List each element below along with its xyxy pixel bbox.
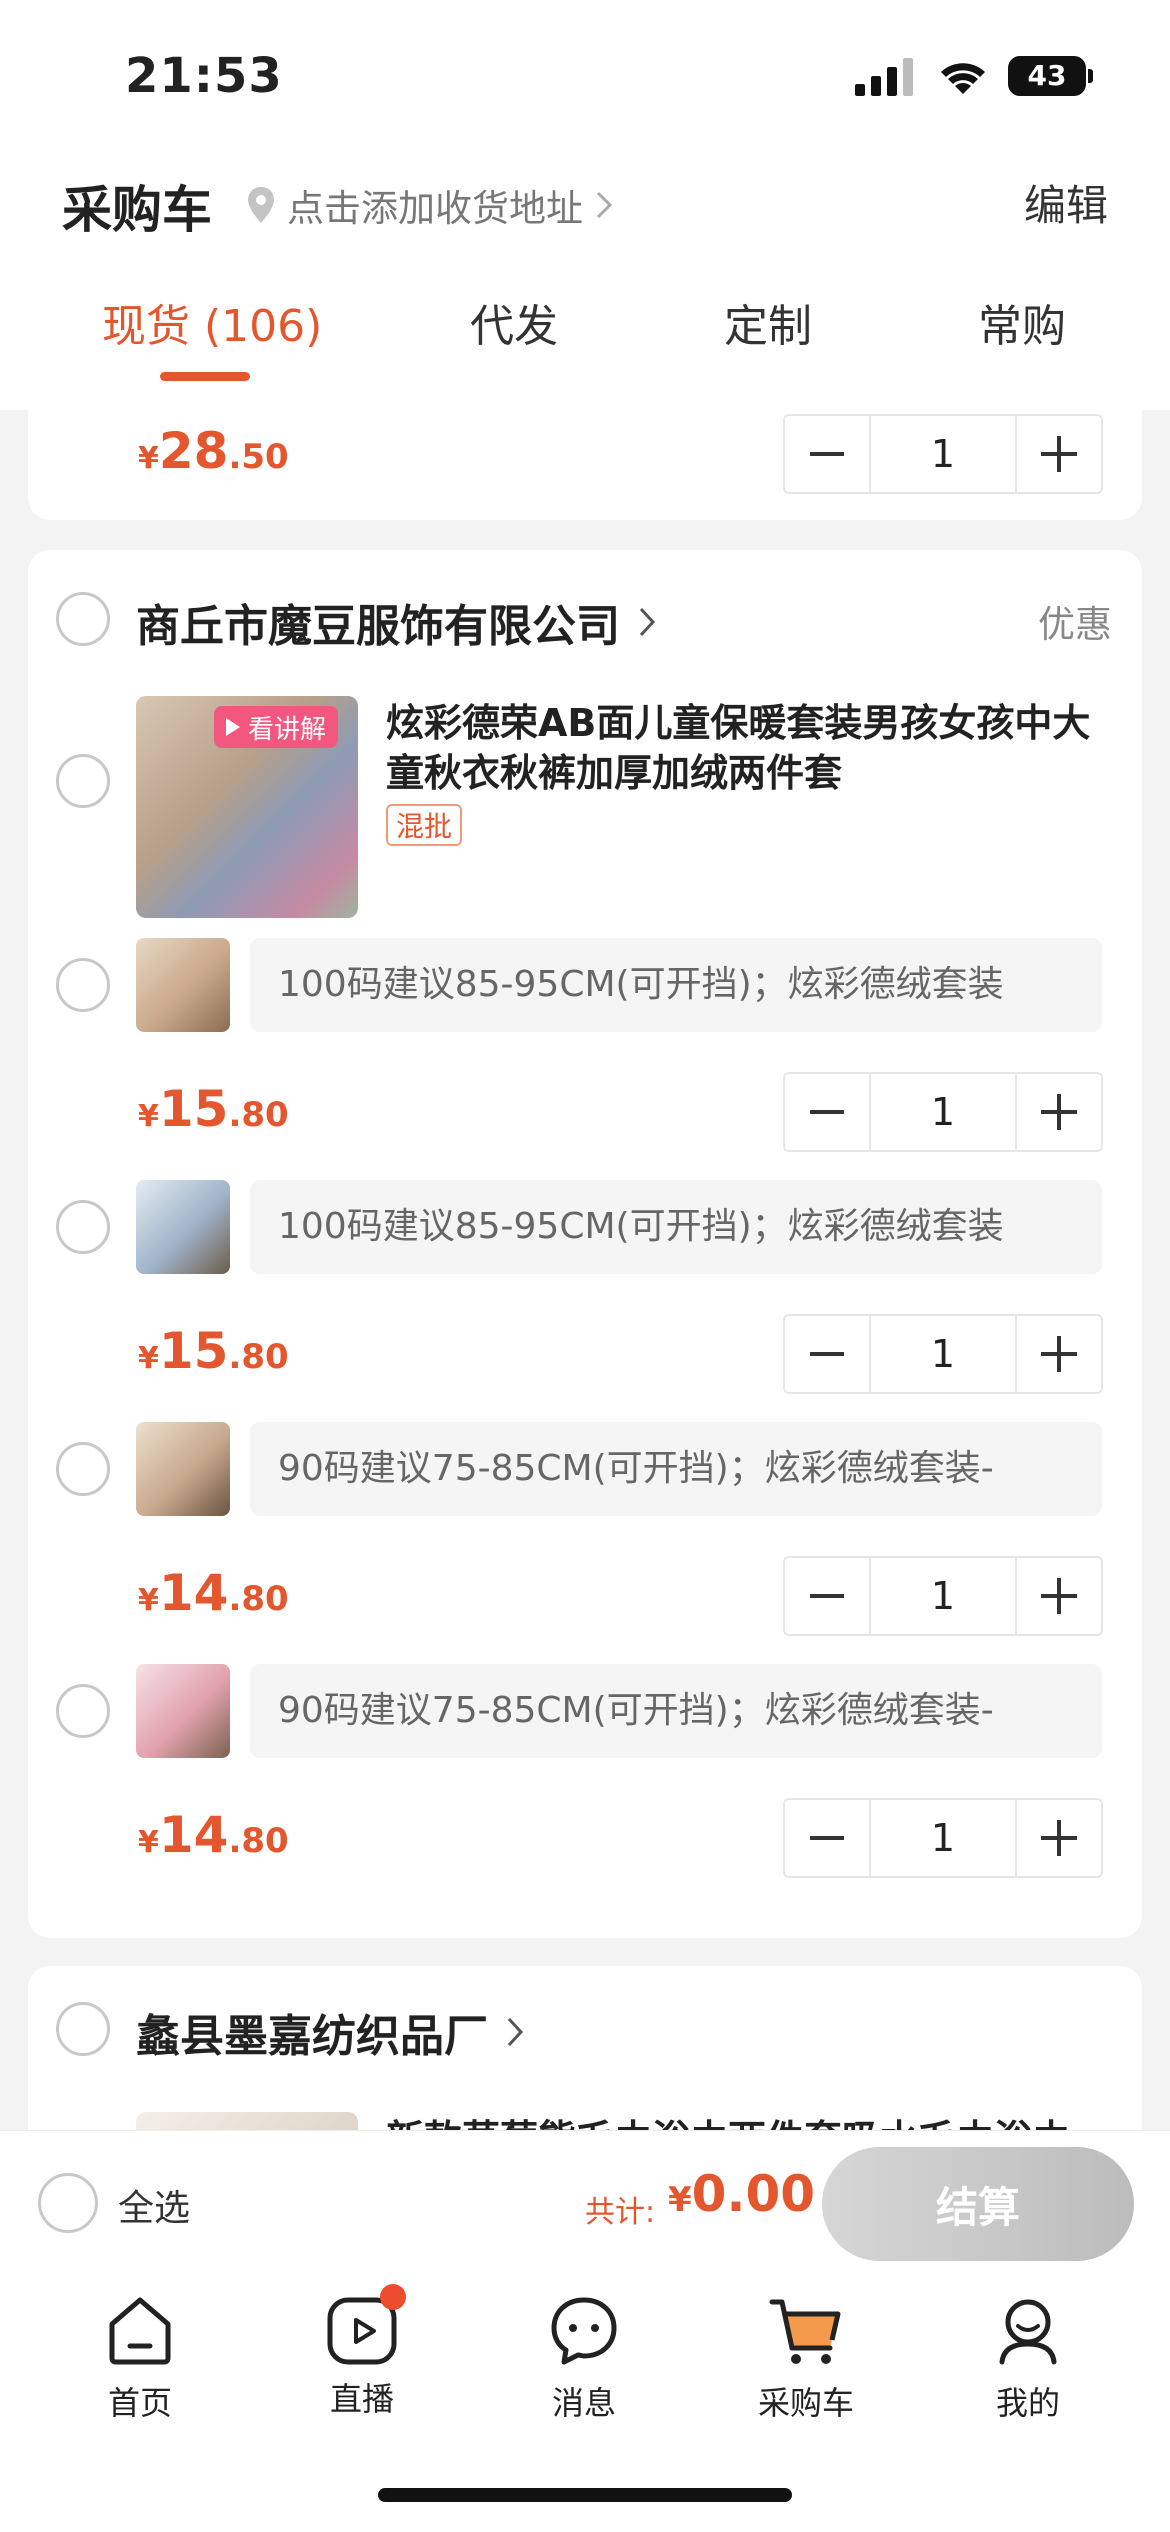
checkout-bar: 全选 共计: ¥0.00 结算 [0,2130,1170,2270]
variant-select-checkbox[interactable] [56,1200,110,1254]
quantity-value[interactable]: 1 [869,1800,1017,1876]
increase-button[interactable] [1017,416,1101,492]
shop-card: 商丘市魔豆服饰有限公司 优惠 看讲解 炫彩德荣AB面儿童保暖套装男孩女孩中大童秋… [28,550,1142,1938]
tabbar-item-home[interactable]: 首页 [70,2292,210,2424]
variant-price: ¥14.80 [138,1806,289,1864]
shopping-cart-icon [769,2299,841,2364]
variant-select-checkbox[interactable] [56,958,110,1012]
tab-custom[interactable]: 定制 [724,290,812,354]
wifi-icon [941,63,985,94]
product-title[interactable]: 炫彩德荣AB面儿童保暖套装男孩女孩中大童秋衣秋裤加厚加绒两件套 [386,698,1106,798]
variant-thumbnail [136,1664,230,1758]
chevron-right-icon [507,2017,524,2047]
category-tabs: 现货 (106) 代发 定制 常购 [0,290,1170,410]
decrease-button[interactable] [785,416,869,492]
shop-card: 蠡县墨嘉纺织品厂 新款草莓熊毛巾浴巾两件套吸水毛巾浴巾 [28,1966,1142,2130]
decrease-button[interactable] [785,1800,869,1876]
location-pin-icon [248,187,274,223]
variant-thumbnail [136,938,230,1032]
tabbar-item-profile[interactable]: 我的 [958,2292,1098,2424]
tabbar-item-cart[interactable]: 采购车 [736,2292,876,2424]
variant-spec[interactable]: 90码建议75-85CM(可开挡)；炫彩德绒套装- [250,1664,1102,1758]
cellular-signal-icon [855,58,913,96]
select-all-label[interactable]: 全选 [118,2179,190,2231]
tabbar-item-messages[interactable]: 消息 [514,2292,654,2424]
cart-item-partial: ¥28.50 1 [28,410,1142,520]
select-all-checkbox[interactable] [38,2173,98,2233]
home-indicator [378,2488,792,2502]
battery-level: 43 [1008,56,1086,96]
quantity-value[interactable]: 1 [869,1316,1017,1392]
quantity-stepper: 1 [783,1072,1103,1152]
tab-dropship[interactable]: 代发 [470,290,558,354]
chevron-right-icon [639,607,656,637]
product-image[interactable] [136,2112,358,2130]
product-title[interactable]: 新款草莓熊毛巾浴巾两件套吸水毛巾浴巾 [386,2114,1106,2130]
increase-button[interactable] [1017,1800,1101,1876]
variant-thumbnail [136,1180,230,1274]
variant-price: ¥15.80 [138,1322,289,1380]
variant-select-checkbox[interactable] [56,1442,110,1496]
tab-frequent[interactable]: 常购 [978,290,1066,354]
status-bar: 21:53 43 [0,0,1170,150]
profile-icon [999,2299,1057,2365]
quantity-value[interactable]: 1 [869,1074,1017,1150]
home-icon [109,2297,171,2365]
tab-in-stock[interactable]: 现货 (106) [102,290,322,354]
total-value: ¥0.00 [668,2165,816,2223]
variant-thumbnail [136,1422,230,1516]
quantity-stepper: 1 [783,1556,1103,1636]
variant-price: ¥15.80 [138,1080,289,1138]
decrease-button[interactable] [785,1074,869,1150]
battery-icon: 43 [1008,56,1093,96]
page-title: 采购车 [62,181,212,239]
shop-select-checkbox[interactable] [56,592,110,646]
quantity-stepper: 1 [783,1314,1103,1394]
increase-button[interactable] [1017,1558,1101,1634]
variant-spec[interactable]: 100码建议85-95CM(可开挡)；炫彩德绒套装 [250,1180,1102,1274]
shop-name[interactable]: 蠡县墨嘉纺织品厂 [136,2000,524,2064]
shop-select-checkbox[interactable] [56,2002,110,2056]
decrease-button[interactable] [785,1316,869,1392]
live-icon [324,2284,406,2368]
mixed-batch-tag: 混批 [386,804,463,846]
edit-button[interactable]: 编辑 [1024,172,1108,233]
increase-button[interactable] [1017,1074,1101,1150]
product-select-checkbox[interactable] [56,754,110,808]
checkout-button[interactable]: 结算 [822,2147,1134,2261]
quantity-stepper: 1 [783,414,1103,494]
quantity-value[interactable]: 1 [869,1558,1017,1634]
live-explain-tag[interactable]: 看讲解 [214,706,339,748]
tabbar-item-live[interactable]: 直播 [292,2284,432,2420]
message-icon [551,2297,617,2365]
variant-select-checkbox[interactable] [56,1684,110,1738]
play-icon [226,718,240,736]
product-image[interactable]: 看讲解 [136,696,358,918]
shop-name[interactable]: 商丘市魔豆服饰有限公司 [136,590,656,654]
quantity-value[interactable]: 1 [869,416,1017,492]
cart-list[interactable]: ¥28.50 1 商丘市魔豆服饰有限公司 优惠 看讲解 炫彩德荣AB面儿童保暖套… [0,410,1170,2130]
item-price: ¥28.50 [138,422,289,480]
total-label: 共计: [585,2195,656,2230]
active-tab-indicator [160,372,250,381]
promo-link[interactable]: 优惠 [1038,594,1112,648]
notification-dot [380,2284,406,2310]
chevron-right-icon [596,191,613,219]
variant-price: ¥14.80 [138,1564,289,1622]
variant-spec[interactable]: 90码建议75-85CM(可开挡)；炫彩德绒套装- [250,1422,1102,1516]
status-time: 21:53 [125,48,283,104]
increase-button[interactable] [1017,1316,1101,1392]
decrease-button[interactable] [785,1558,869,1634]
address-selector[interactable]: 点击添加收货地址 [245,178,613,232]
header: 采购车 点击添加收货地址 编辑 现货 (106) 代发 定制 常购 [0,150,1170,410]
address-prompt: 点击添加收货地址 [287,187,583,230]
variant-spec[interactable]: 100码建议85-95CM(可开挡)；炫彩德绒套装 [250,938,1102,1032]
quantity-stepper: 1 [783,1798,1103,1878]
